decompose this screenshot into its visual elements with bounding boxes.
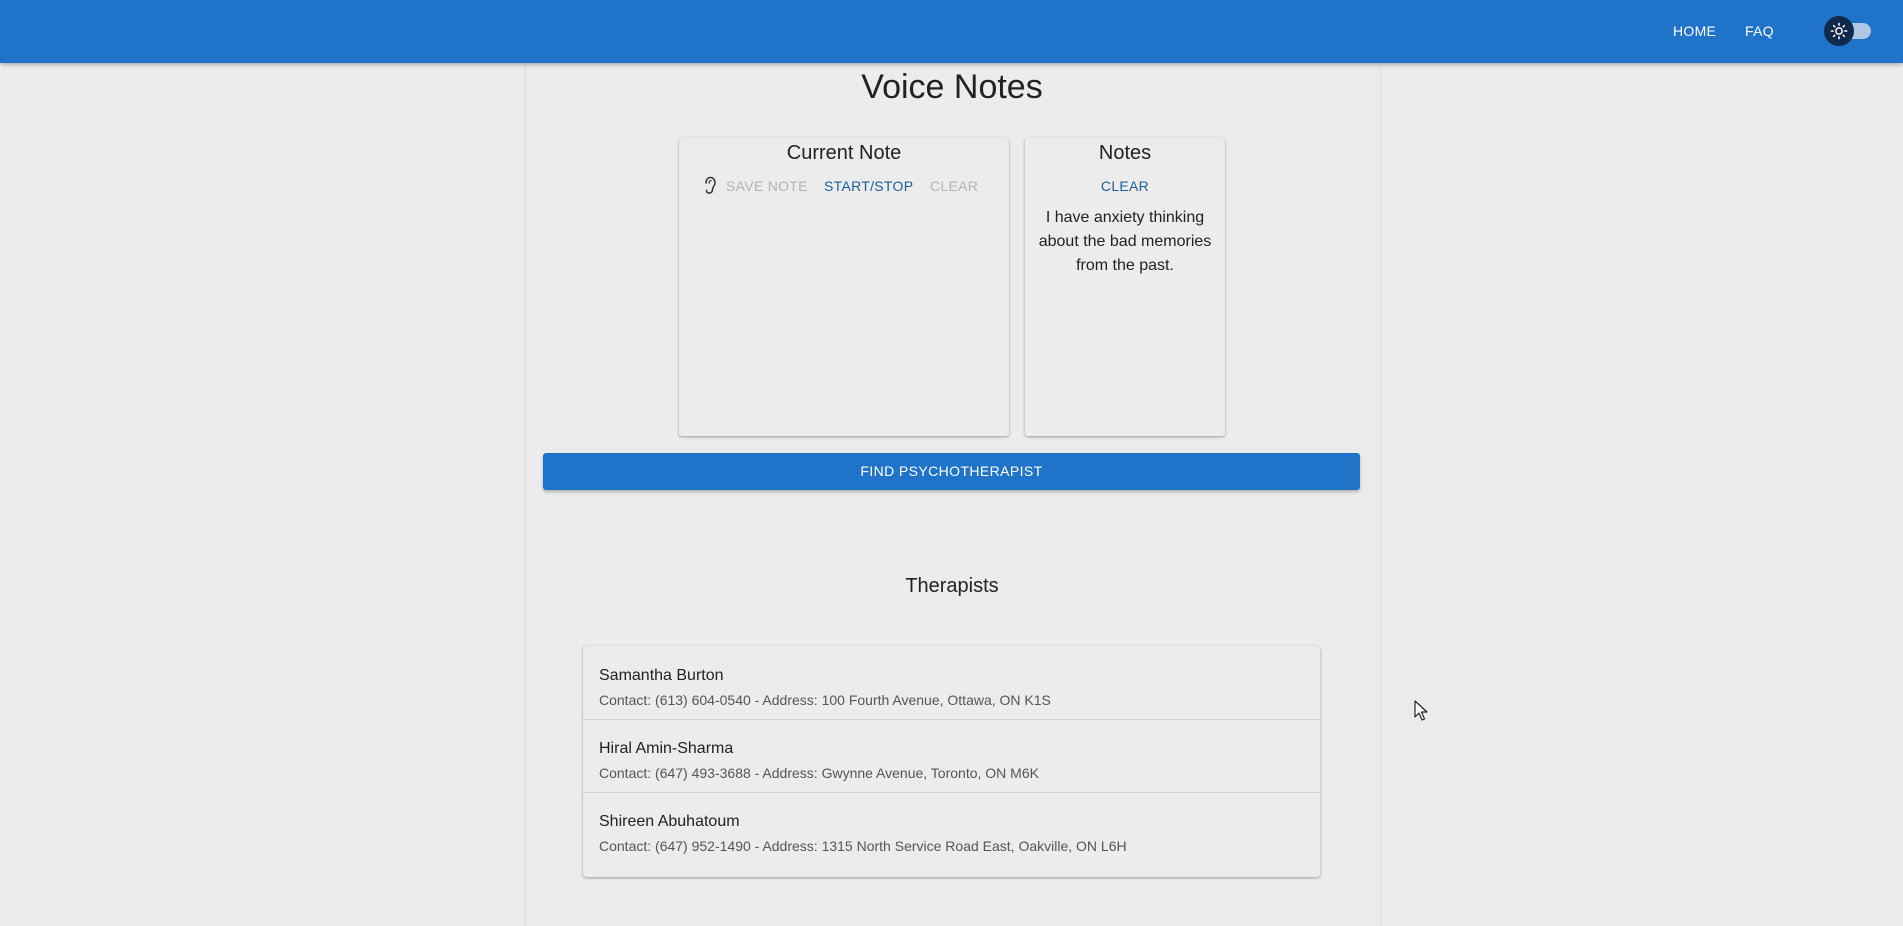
current-note-heading: Current Note <box>786 142 902 164</box>
microphone-icon[interactable] <box>702 176 718 196</box>
therapist-name: Shireen Abuhatoum <box>599 813 740 830</box>
theme-toggle-switch[interactable] <box>1823 15 1875 47</box>
notes-heading: Notes <box>1098 142 1152 164</box>
start-stop-button[interactable]: START/STOP <box>824 178 913 194</box>
therapist-contact: Contact: (647) 952-1490 - Address: 1315 … <box>599 838 1127 854</box>
therapist-contact: Contact: (613) 604-0540 - Address: 100 F… <box>599 692 1051 708</box>
nav-home-link[interactable]: HOME <box>1673 0 1716 63</box>
sun-icon <box>1830 22 1848 40</box>
clear-current-note-button[interactable]: CLEAR <box>930 178 978 194</box>
list-item[interactable]: Hiral Amin-Sharma Contact: (647) 493-368… <box>583 719 1320 793</box>
saved-note-text: I have anxiety thinking about the bad me… <box>1038 209 1212 274</box>
toggle-thumb <box>1824 16 1854 46</box>
therapist-list: Samantha Burton Contact: (613) 604-0540 … <box>583 646 1320 877</box>
therapist-contact: Contact: (647) 493-3688 - Address: Gwynn… <box>599 765 1039 781</box>
therapist-name: Samantha Burton <box>599 667 724 684</box>
mouse-cursor-icon <box>1414 700 1428 721</box>
notes-card: Notes CLEAR I have anxiety thinking abou… <box>1025 138 1225 436</box>
nav-faq-link[interactable]: FAQ <box>1745 0 1774 63</box>
current-note-card: Current Note SAVE NOTE START/STOP CLEAR <box>679 138 1009 436</box>
therapist-name: Hiral Amin-Sharma <box>599 740 734 757</box>
page-title: Voice Notes <box>861 68 1043 106</box>
list-item[interactable]: Shireen Abuhatoum Contact: (647) 952-149… <box>583 792 1320 865</box>
save-note-button[interactable]: SAVE NOTE <box>726 178 808 194</box>
clear-notes-button[interactable]: CLEAR <box>1025 178 1225 194</box>
find-psychotherapist-button[interactable]: FIND PSYCHOTHERAPIST <box>543 453 1360 490</box>
list-item[interactable]: Samantha Burton Contact: (613) 604-0540 … <box>583 646 1320 720</box>
therapists-heading: Therapists <box>905 575 999 597</box>
app-bar: HOME FAQ <box>0 0 1903 63</box>
